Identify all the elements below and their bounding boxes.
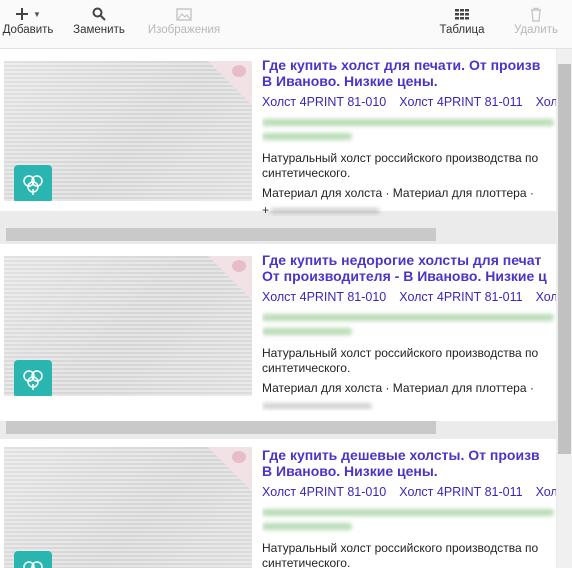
sitelink[interactable]: Хол [536, 485, 556, 499]
ad-text: Где купить дешевые холсты. От произв В Ив… [262, 447, 556, 568]
blurred-url [262, 115, 556, 147]
sitelink[interactable]: Холст 4PRINT 81-010 [262, 95, 386, 109]
images-button-label: Изображения [147, 24, 221, 36]
ad-title[interactable]: Где купить дешевые холсты. От произв В Ив… [262, 447, 556, 479]
replace-button[interactable]: Заменить [68, 0, 130, 48]
cotton-logo-icon [14, 360, 52, 396]
ad-description: Натуральный холст российского производст… [262, 346, 539, 375]
sitelink[interactable]: Холст 4PRINT 81-011 [399, 485, 522, 499]
ad-sitelinks: Холст 4PRINT 81-010 Холст 4PRINT 81-011 Хо… [262, 484, 556, 500]
blurred-phone [262, 401, 556, 411]
horizontal-scrollbar[interactable] [6, 421, 436, 434]
sitelink[interactable]: Холст 4PRINT 81-010 [262, 485, 386, 499]
blurred-url [262, 505, 556, 537]
add-button[interactable]: ▼ Добавить [0, 0, 56, 48]
ad-text: Где купить холст для печати. От произв В … [262, 57, 556, 216]
chevron-down-icon: ▼ [33, 9, 41, 19]
table-button-label: Таблица [439, 24, 485, 36]
sitelink[interactable]: Хол [536, 95, 556, 109]
cotton-logo-icon [14, 551, 52, 568]
cotton-logo-icon [14, 165, 52, 201]
ad-list: Где купить холст для печати. От произв В … [0, 49, 556, 568]
ad-image [4, 61, 252, 201]
ad-card[interactable]: Где купить холст для печати. От произв В … [0, 49, 556, 216]
blurred-phone: + [262, 203, 556, 216]
ad-title[interactable]: Где купить холст для печати. От произв В … [262, 57, 556, 89]
ad-title[interactable]: Где купить недорогие холсты для печат От … [262, 252, 556, 284]
ad-categories: Материал для холста · Материал для плотт… [262, 381, 534, 395]
ad-description: Натуральный холст российского производст… [262, 151, 539, 180]
sitelink[interactable]: Холст 4PRINT 81-011 [399, 290, 522, 304]
ad-categories: Материал для холста · Материал для плотт… [262, 186, 534, 200]
sitelink[interactable]: Холст 4PRINT 81-011 [399, 95, 522, 109]
ad-image [4, 256, 252, 396]
plus-icon: ▼ [0, 4, 56, 24]
toolbar: ▼ Добавить Заменить Изображения Таблица … [0, 0, 572, 49]
ad-image [4, 447, 252, 568]
sitelink[interactable]: Хол [536, 290, 556, 304]
trash-icon [508, 4, 564, 24]
ad-card[interactable]: Где купить недорогие холсты для печат От … [0, 244, 556, 421]
ad-description: Натуральный холст российского производст… [262, 541, 539, 568]
sitelink[interactable]: Холст 4PRINT 81-010 [262, 290, 386, 304]
add-button-label: Добавить [2, 24, 54, 36]
blurred-url [262, 310, 556, 342]
ad-card[interactable]: Где купить дешевые холсты. От произв В Ив… [0, 439, 556, 568]
flower-decoration [208, 447, 252, 491]
horizontal-scrollbar[interactable] [6, 228, 436, 241]
flower-decoration [208, 256, 252, 300]
vertical-scrollbar-thumb[interactable] [558, 64, 571, 454]
image-icon [143, 4, 225, 24]
delete-button-label: Удалить [514, 24, 558, 36]
images-button[interactable]: Изображения [143, 0, 225, 48]
search-icon [68, 4, 130, 24]
ad-sitelinks: Холст 4PRINT 81-010 Холст 4PRINT 81-011 Хо… [262, 94, 556, 110]
flower-decoration [208, 61, 252, 105]
replace-button-label: Заменить [73, 24, 125, 36]
table-icon [434, 4, 490, 24]
ad-sitelinks: Холст 4PRINT 81-010 Холст 4PRINT 81-011 Хо… [262, 289, 556, 305]
phone-prefix: + [262, 203, 270, 216]
ad-text: Где купить недорогие холсты для печат От … [262, 252, 556, 411]
delete-button[interactable]: Удалить [508, 0, 564, 48]
table-button[interactable]: Таблица [434, 0, 490, 48]
